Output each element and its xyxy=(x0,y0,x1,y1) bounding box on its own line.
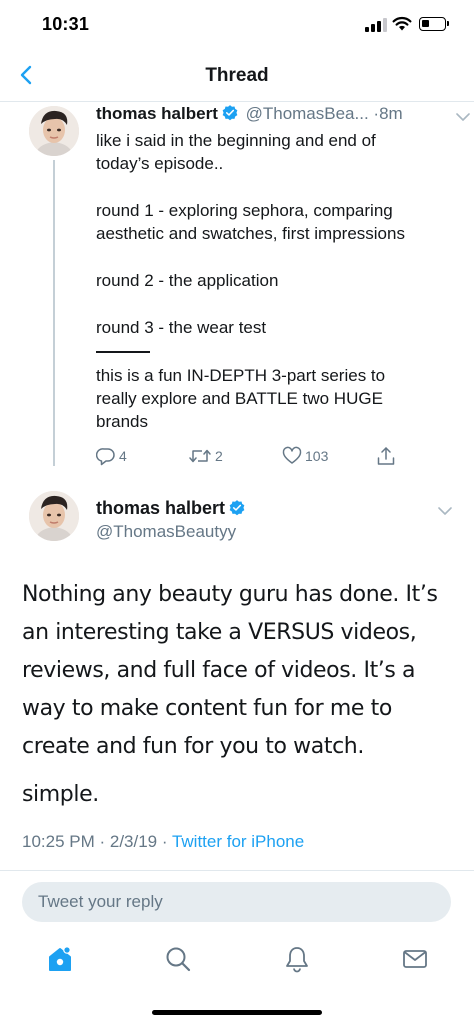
tweet-text-line: Nothing any beauty guru has done. It’s xyxy=(22,582,438,607)
tweet-timestamp: 10:25 PM · 2/3/19 · xyxy=(22,832,172,851)
share-button[interactable] xyxy=(376,444,396,468)
thread-connector-line xyxy=(53,160,55,466)
wifi-icon xyxy=(392,16,412,31)
search-icon[interactable] xyxy=(163,944,193,974)
tweet-header: thomas halbert @ThomasBea... ·8m xyxy=(96,104,454,130)
tweet-actions: 4 2 103 xyxy=(96,444,416,468)
reply-count: 4 xyxy=(119,448,127,464)
status-time: 10:31 xyxy=(42,14,90,34)
tweet-text-line: round 3 - the wear test xyxy=(96,318,267,337)
nav-bar: Thread xyxy=(0,50,474,102)
reply-icon xyxy=(96,448,115,466)
status-bar: 10:31 xyxy=(0,0,474,50)
tweet-text-line: really explore and BATTLE two HUGE xyxy=(96,389,383,408)
tweet-text-line: reviews, and full face of videos. It’s a xyxy=(22,658,416,683)
thread-parent-tweet[interactable]: thomas halbert @ThomasBea... ·8m like i … xyxy=(0,102,474,472)
cellular-signal-icon xyxy=(365,18,387,32)
heart-icon xyxy=(282,446,302,464)
retweet-count: 2 xyxy=(215,448,223,464)
author-handle[interactable]: @ThomasBeautyy xyxy=(96,522,236,542)
page-title: Thread xyxy=(205,65,269,86)
reply-input[interactable] xyxy=(22,882,451,922)
battery-icon xyxy=(419,17,449,31)
retweet-button[interactable]: 2 xyxy=(188,444,223,468)
reply-button[interactable]: 4 xyxy=(96,444,127,468)
tweet-text-line: round 2 - the application xyxy=(96,271,279,290)
home-icon[interactable] xyxy=(45,944,75,974)
tweet-text-line: create and fun for you to watch. xyxy=(22,734,364,759)
tweet-text-line: like i said in the beginning and end of xyxy=(96,131,376,150)
author-handle[interactable]: @ThomasBea... xyxy=(246,104,369,123)
avatar[interactable] xyxy=(29,106,79,156)
tweet-source-link[interactable]: Twitter for iPhone xyxy=(172,832,304,851)
tweet-text-line: round 1 - exploring sephora, comparing xyxy=(96,201,393,220)
share-icon xyxy=(377,447,395,465)
tweet-text-line: simple. xyxy=(22,782,99,807)
tweet-text-line: aesthetic and swatches, first impression… xyxy=(96,224,405,243)
tab-bar xyxy=(0,936,474,996)
reply-bar xyxy=(0,870,474,936)
tweet-text-line: an interesting take a VERSUS videos, xyxy=(22,620,417,645)
messages-envelope-icon[interactable] xyxy=(400,944,430,974)
divider-rule xyxy=(96,351,150,353)
chevron-down-icon[interactable] xyxy=(438,506,452,516)
chevron-down-icon[interactable] xyxy=(456,112,470,122)
author-name[interactable]: thomas halbert xyxy=(96,498,225,518)
tweet-text-line: brands xyxy=(96,412,148,431)
tweet-text-line: this is a fun IN-DEPTH 3-part series to xyxy=(96,366,386,385)
home-indicator xyxy=(152,1010,322,1015)
verified-badge-icon xyxy=(229,500,245,516)
author-name-row[interactable]: thomas halbert xyxy=(96,498,248,519)
notifications-bell-icon[interactable] xyxy=(282,944,312,974)
author-name[interactable]: thomas halbert xyxy=(96,104,218,123)
tweet-text-line: way to make content fun for me to xyxy=(22,696,392,721)
tweet-time: 8m xyxy=(379,104,403,123)
tweet-meta: 10:25 PM · 2/3/19 · Twitter for iPhone xyxy=(22,832,304,852)
verified-badge-icon xyxy=(222,105,238,121)
tweet-text-line: today’s episode.. xyxy=(96,154,224,173)
like-button[interactable]: 103 xyxy=(282,444,328,468)
retweet-icon xyxy=(189,449,211,463)
like-count: 103 xyxy=(305,448,329,464)
avatar[interactable] xyxy=(29,491,79,541)
